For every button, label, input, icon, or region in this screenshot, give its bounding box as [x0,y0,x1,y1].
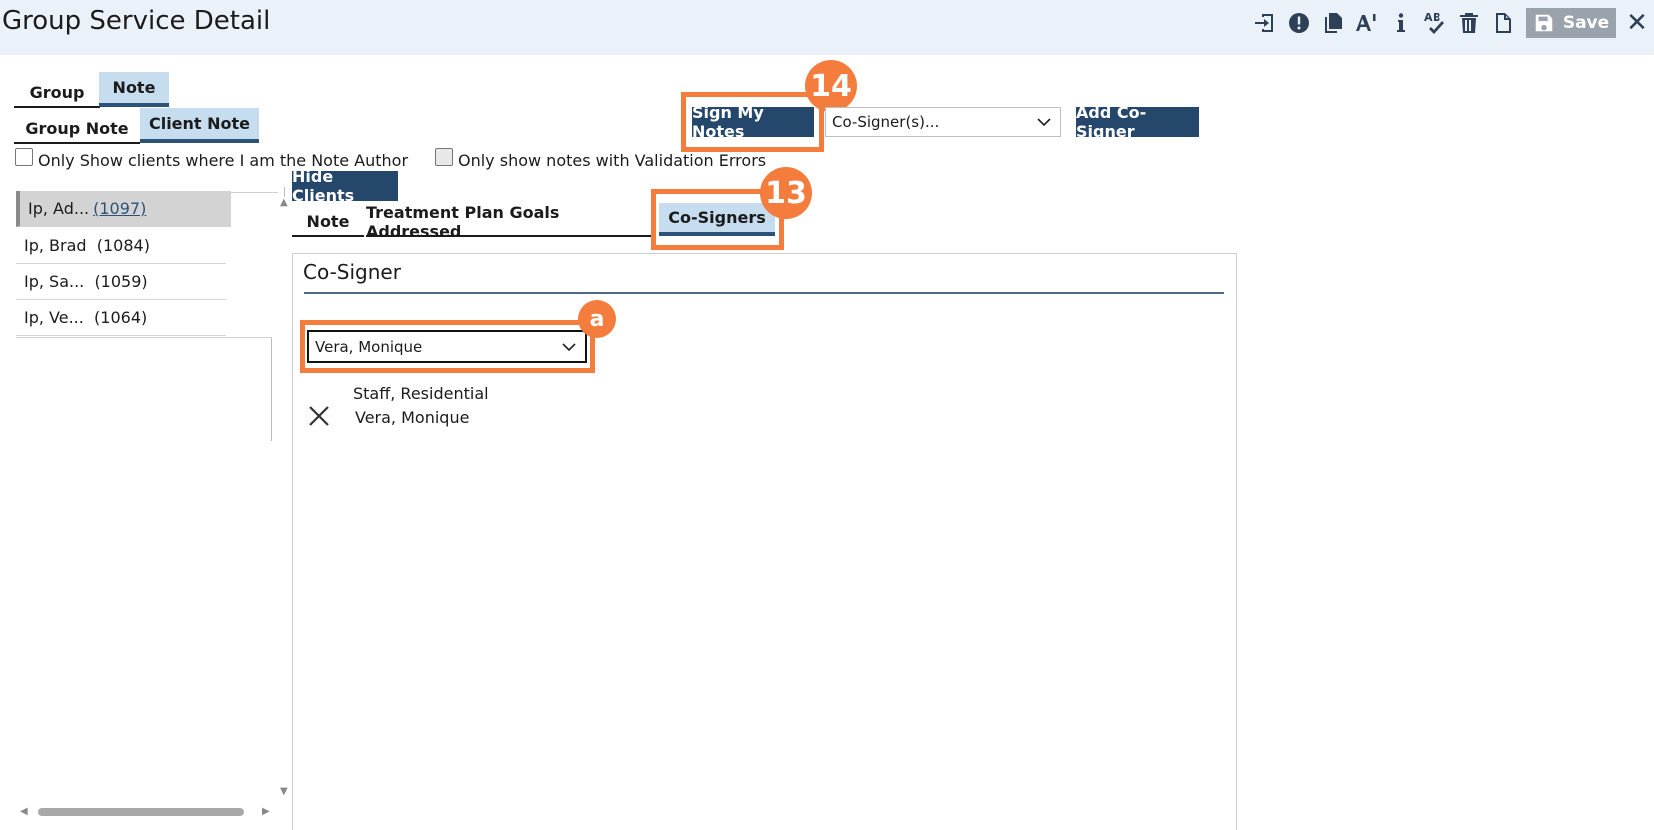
add-cosigner-button[interactable]: Add Co-Signer [1076,103,1199,141]
client-list-bottom-divider [16,337,272,338]
chevron-down-icon [561,339,577,355]
copy-icon[interactable] [1316,6,1350,40]
tab-co-signers[interactable]: Co-Signers [659,203,775,236]
client-id-link[interactable]: (1097) [93,199,146,218]
trash-icon[interactable] [1452,6,1486,40]
hide-clients-button[interactable]: Hide Clients [292,167,398,205]
cosigner-staff-select[interactable]: Vera, Monique [307,330,587,363]
client-id: (1059) [94,272,148,291]
tab-client-note[interactable]: Client Note [140,108,259,143]
cosigner-staff-select-value: Vera, Monique [315,337,423,356]
cosigner-panel-title: Co-Signer [303,260,401,284]
client-name: Ip, Ve... [24,308,84,327]
client-item[interactable]: Ip, Sa... (1059) [16,264,226,300]
validation-errors-checkbox[interactable] [435,148,453,166]
header-bar: Group Service Detail Save ✕ [0,0,1654,55]
tab-note-label: Note [112,78,156,97]
scroll-right-arrow-icon[interactable]: ▶ [262,806,270,817]
save-label: Save [1562,13,1610,33]
scroll-down-arrow-icon[interactable]: ▼ [280,786,288,797]
author-only-checkbox[interactable] [15,148,33,166]
client-item[interactable]: Ip, Ad... (1097) [16,191,231,227]
tab-note-content[interactable]: Note [292,208,364,237]
callout-step-14-badge: 14 [805,60,857,112]
horizontal-scroll-thumb[interactable] [38,808,244,816]
tab-note[interactable]: Note [99,72,169,107]
client-item[interactable]: Ip, Ve... (1064) [16,300,226,336]
page-title: Group Service Detail [2,6,271,36]
sign-in-icon[interactable] [1248,6,1282,40]
floppy-disk-icon [1535,14,1553,32]
validation-errors-label: Only show notes with Validation Errors [458,151,767,170]
spell-check-icon[interactable] [1418,6,1452,40]
tab-group[interactable]: Group [14,78,100,108]
save-button[interactable]: Save [1526,8,1616,38]
tab-group-note[interactable]: Group Note [14,114,140,144]
client-item[interactable]: Ip, Brad (1084) [16,228,226,264]
client-list-right-border [271,337,272,441]
client-name: Ip, Brad [24,236,87,255]
tab-client-note-label: Client Note [148,114,251,133]
cosigner-select[interactable]: Co-Signer(s)... [825,107,1061,137]
tab-group-label: Group [29,82,85,102]
toolbar: Save ✕ [1248,6,1654,40]
cosigner-name: Vera, Monique [355,408,470,427]
tab-group-note-label: Group Note [25,118,129,138]
cosigner-role: Staff, Residential [353,384,489,403]
cosigner-panel-divider [304,292,1224,294]
info-icon[interactable] [1384,6,1418,40]
cosigner-select-value: Co-Signer(s)... [832,113,940,131]
client-id: (1064) [94,308,148,327]
tab-co-signers-label: Co-Signers [668,208,766,227]
tab-treatment-plan-goals[interactable]: Treatment Plan Goals Addressed [366,203,652,241]
scroll-up-arrow-icon[interactable]: ▲ [280,197,288,208]
document-icon[interactable] [1486,6,1520,40]
tab-treatment-plan-goals-label: Treatment Plan Goals Addressed [366,202,560,241]
scroll-left-arrow-icon[interactable]: ◀ [20,806,28,817]
callout-step-a-badge: a [578,300,616,338]
alert-icon[interactable] [1282,6,1316,40]
callout-step-13-badge: 13 [760,167,812,219]
scroll-track-line [284,187,285,197]
client-name: Ip, Sa... [24,272,85,291]
sign-my-notes-button[interactable]: Sign My Notes [692,103,814,141]
chevron-down-icon [1036,114,1052,130]
tab-note-content-label: Note [306,212,350,231]
client-id: (1084) [96,236,150,255]
client-name: Ip, Ad... [28,199,90,218]
font-size-icon[interactable] [1350,6,1384,40]
remove-cosigner-icon[interactable] [306,403,332,429]
close-icon[interactable]: ✕ [1620,6,1654,40]
